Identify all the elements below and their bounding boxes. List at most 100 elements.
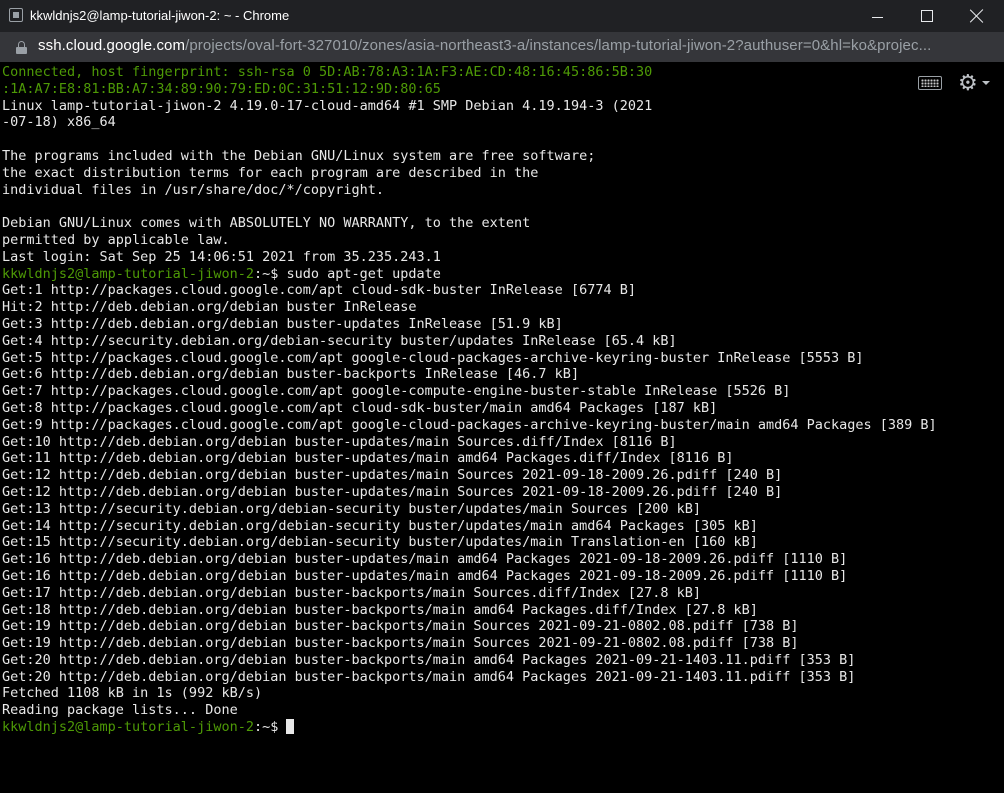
terminal-line-text: Get:6 http://deb.debian.org/debian buste…	[2, 366, 580, 383]
terminal-line: Get:16 http://deb.debian.org/debian bust…	[2, 551, 937, 568]
address-bar[interactable]: ssh.cloud.google.com/projects/oval-fort-…	[0, 32, 1004, 62]
terminal-line: kkwldnjs2@lamp-tutorial-jiwon-2:~$	[2, 719, 937, 736]
terminal-line: Get:5 http://packages.cloud.google.com/a…	[2, 350, 937, 367]
terminal-line-text: Get:7 http://packages.cloud.google.com/a…	[2, 383, 791, 400]
terminal-line: Get:20 http://deb.debian.org/debian bust…	[2, 652, 937, 669]
terminal-line: Get:12 http://deb.debian.org/debian bust…	[2, 467, 937, 484]
terminal-line-text: Get:12 http://deb.debian.org/debian bust…	[2, 483, 783, 500]
close-icon	[970, 9, 984, 23]
terminal-line-text: Debian GNU/Linux comes with ABSOLUTELY N…	[2, 215, 531, 232]
terminal-line-text: Get:4 http://security.debian.org/debian-…	[2, 332, 677, 349]
url-host: ssh.cloud.google.com	[38, 37, 186, 54]
terminal-line-text: permitted by applicable law.	[2, 231, 230, 248]
terminal-line: permitted by applicable law.	[2, 232, 937, 249]
terminal-line: Get:14 http://security.debian.org/debian…	[2, 518, 937, 535]
terminal-line: Linux lamp-tutorial-jiwon-2 4.19.0-17-cl…	[2, 98, 937, 115]
terminal-line-text: Fetched 1108 kB in 1s (992 kB/s)	[2, 685, 263, 702]
terminal-line-text: the exact distribution terms for each pr…	[2, 164, 539, 181]
minimize-icon	[871, 16, 883, 18]
terminal-line: Get:6 http://deb.debian.org/debian buste…	[2, 366, 937, 383]
terminal-line-text: Get:14 http://security.debian.org/debian…	[2, 517, 758, 534]
lock-icon[interactable]	[16, 41, 27, 54]
terminal-line-text: Get:16 http://deb.debian.org/debian bust…	[2, 567, 848, 584]
terminal-line: Get:12 http://deb.debian.org/debian bust…	[2, 484, 937, 501]
terminal-line: Get:8 http://packages.cloud.google.com/a…	[2, 400, 937, 417]
minimize-button[interactable]	[852, 0, 902, 32]
dropdown-arrow-icon	[982, 81, 990, 85]
terminal-line: Get:13 http://security.debian.org/debian…	[2, 501, 937, 518]
settings-menu-button[interactable]: ⚙	[958, 72, 990, 94]
terminal-line-text: The programs included with the Debian GN…	[2, 147, 596, 164]
terminal-line-text: Get:12 http://deb.debian.org/debian bust…	[2, 467, 783, 484]
terminal-line: The programs included with the Debian GN…	[2, 148, 937, 165]
terminal-output: Connected, host fingerprint: ssh-rsa 0 5…	[2, 64, 937, 736]
terminal-line-text: Last login: Sat Sep 25 14:06:51 2021 fro…	[2, 248, 441, 265]
terminal-line-text: Get:20 http://deb.debian.org/debian bust…	[2, 651, 856, 668]
terminal-line: Get:11 http://deb.debian.org/debian bust…	[2, 450, 937, 467]
terminal-line: Get:19 http://deb.debian.org/debian bust…	[2, 635, 937, 652]
terminal-line-text: Hit:2 http://deb.debian.org/debian buste…	[2, 299, 417, 316]
terminal-line-text: Reading package lists... Done	[2, 702, 238, 719]
terminal-line: Get:17 http://deb.debian.org/debian bust…	[2, 585, 937, 602]
terminal-line: kkwldnjs2@lamp-tutorial-jiwon-2:~$ sudo …	[2, 266, 937, 283]
terminal-line: Fetched 1108 kB in 1s (992 kB/s)	[2, 685, 937, 702]
terminal-line-text: :~$	[253, 719, 287, 736]
terminal-line: individual files in /usr/share/doc/*/cop…	[2, 182, 937, 199]
terminal-line-text: Get:17 http://deb.debian.org/debian bust…	[2, 584, 701, 601]
terminal-line: -07-18) x86_64	[2, 114, 937, 131]
terminal-line-text: Get:19 http://deb.debian.org/debian bust…	[2, 635, 799, 652]
terminal-line: Connected, host fingerprint: ssh-rsa 0 5…	[2, 64, 937, 81]
terminal-cursor	[286, 719, 295, 735]
terminal-line: Reading package lists... Done	[2, 702, 937, 719]
terminal-line-text: Get:8 http://packages.cloud.google.com/a…	[2, 399, 718, 416]
terminal-line-text: Get:19 http://deb.debian.org/debian bust…	[2, 618, 799, 635]
maximize-icon	[921, 10, 933, 22]
terminal-line-text: Get:20 http://deb.debian.org/debian bust…	[2, 668, 856, 685]
terminal-line-text: Get:1 http://packages.cloud.google.com/a…	[2, 282, 636, 299]
terminal-line-text: Get:9 http://packages.cloud.google.com/a…	[2, 416, 937, 433]
shell-prompt: kkwldnjs2@lamp-tutorial-jiwon-2	[2, 265, 254, 282]
terminal-line: Get:20 http://deb.debian.org/debian bust…	[2, 669, 937, 686]
terminal-line-text: Linux lamp-tutorial-jiwon-2 4.19.0-17-cl…	[2, 97, 653, 114]
terminal-line: the exact distribution terms for each pr…	[2, 165, 937, 182]
terminal-line-text: individual files in /usr/share/doc/*/cop…	[2, 181, 385, 198]
gear-icon: ⚙	[958, 70, 978, 95]
terminal-line-text: Get:16 http://deb.debian.org/debian bust…	[2, 551, 848, 568]
terminal-line: Last login: Sat Sep 25 14:06:51 2021 fro…	[2, 249, 937, 266]
terminal-line-text: Get:10 http://deb.debian.org/debian bust…	[2, 433, 677, 450]
close-button[interactable]	[952, 0, 1002, 32]
terminal-line: Get:18 http://deb.debian.org/debian bust…	[2, 602, 937, 619]
terminal-line-text: Get:13 http://security.debian.org/debian…	[2, 500, 701, 517]
terminal-line: Get:9 http://packages.cloud.google.com/a…	[2, 417, 937, 434]
keyboard-icon[interactable]	[918, 76, 942, 90]
terminal-line-text: :~$ sudo apt-get update	[253, 265, 441, 282]
terminal-line: :1A:A7:E8:81:BB:A7:34:89:90:79:ED:0C:31:…	[2, 81, 937, 98]
app-icon	[9, 8, 23, 22]
terminal-line-text: Get:18 http://deb.debian.org/debian bust…	[2, 601, 758, 618]
terminal-line-text: Get:5 http://packages.cloud.google.com/a…	[2, 349, 864, 366]
terminal-line: Get:3 http://deb.debian.org/debian buste…	[2, 316, 937, 333]
terminal-line: Get:10 http://deb.debian.org/debian bust…	[2, 434, 937, 451]
terminal-line: Get:1 http://packages.cloud.google.com/a…	[2, 282, 937, 299]
window-titlebar: kkwldnjs2@lamp-tutorial-jiwon-2: ~ - Chr…	[0, 0, 1004, 32]
url-text[interactable]: ssh.cloud.google.com/projects/oval-fort-…	[38, 37, 931, 54]
window-title: kkwldnjs2@lamp-tutorial-jiwon-2: ~ - Chr…	[30, 8, 290, 23]
terminal-line: Debian GNU/Linux comes with ABSOLUTELY N…	[2, 215, 937, 232]
terminal-line-text: :1A:A7:E8:81:BB:A7:34:89:90:79:ED:0C:31:…	[2, 80, 441, 97]
terminal-line: Get:16 http://deb.debian.org/debian bust…	[2, 568, 937, 585]
terminal-screen[interactable]: Connected, host fingerprint: ssh-rsa 0 5…	[0, 62, 1004, 793]
terminal-line: Get:15 http://security.debian.org/debian…	[2, 534, 937, 551]
terminal-line-text: -07-18) x86_64	[2, 114, 116, 131]
terminal-line: Get:19 http://deb.debian.org/debian bust…	[2, 618, 937, 635]
terminal-line: Get:4 http://security.debian.org/debian-…	[2, 333, 937, 350]
maximize-button[interactable]	[902, 0, 952, 32]
terminal-line-text: Get:3 http://deb.debian.org/debian buste…	[2, 315, 563, 332]
terminal-line-text: Get:11 http://deb.debian.org/debian bust…	[2, 450, 734, 467]
shell-prompt: kkwldnjs2@lamp-tutorial-jiwon-2	[2, 719, 254, 736]
terminal-line-text: Get:15 http://security.debian.org/debian…	[2, 534, 758, 551]
url-path: /projects/oval-fort-327010/zones/asia-no…	[185, 37, 932, 54]
terminal-line: Get:7 http://packages.cloud.google.com/a…	[2, 383, 937, 400]
terminal-line-text: Connected, host fingerprint: ssh-rsa 0 5…	[2, 64, 653, 80]
